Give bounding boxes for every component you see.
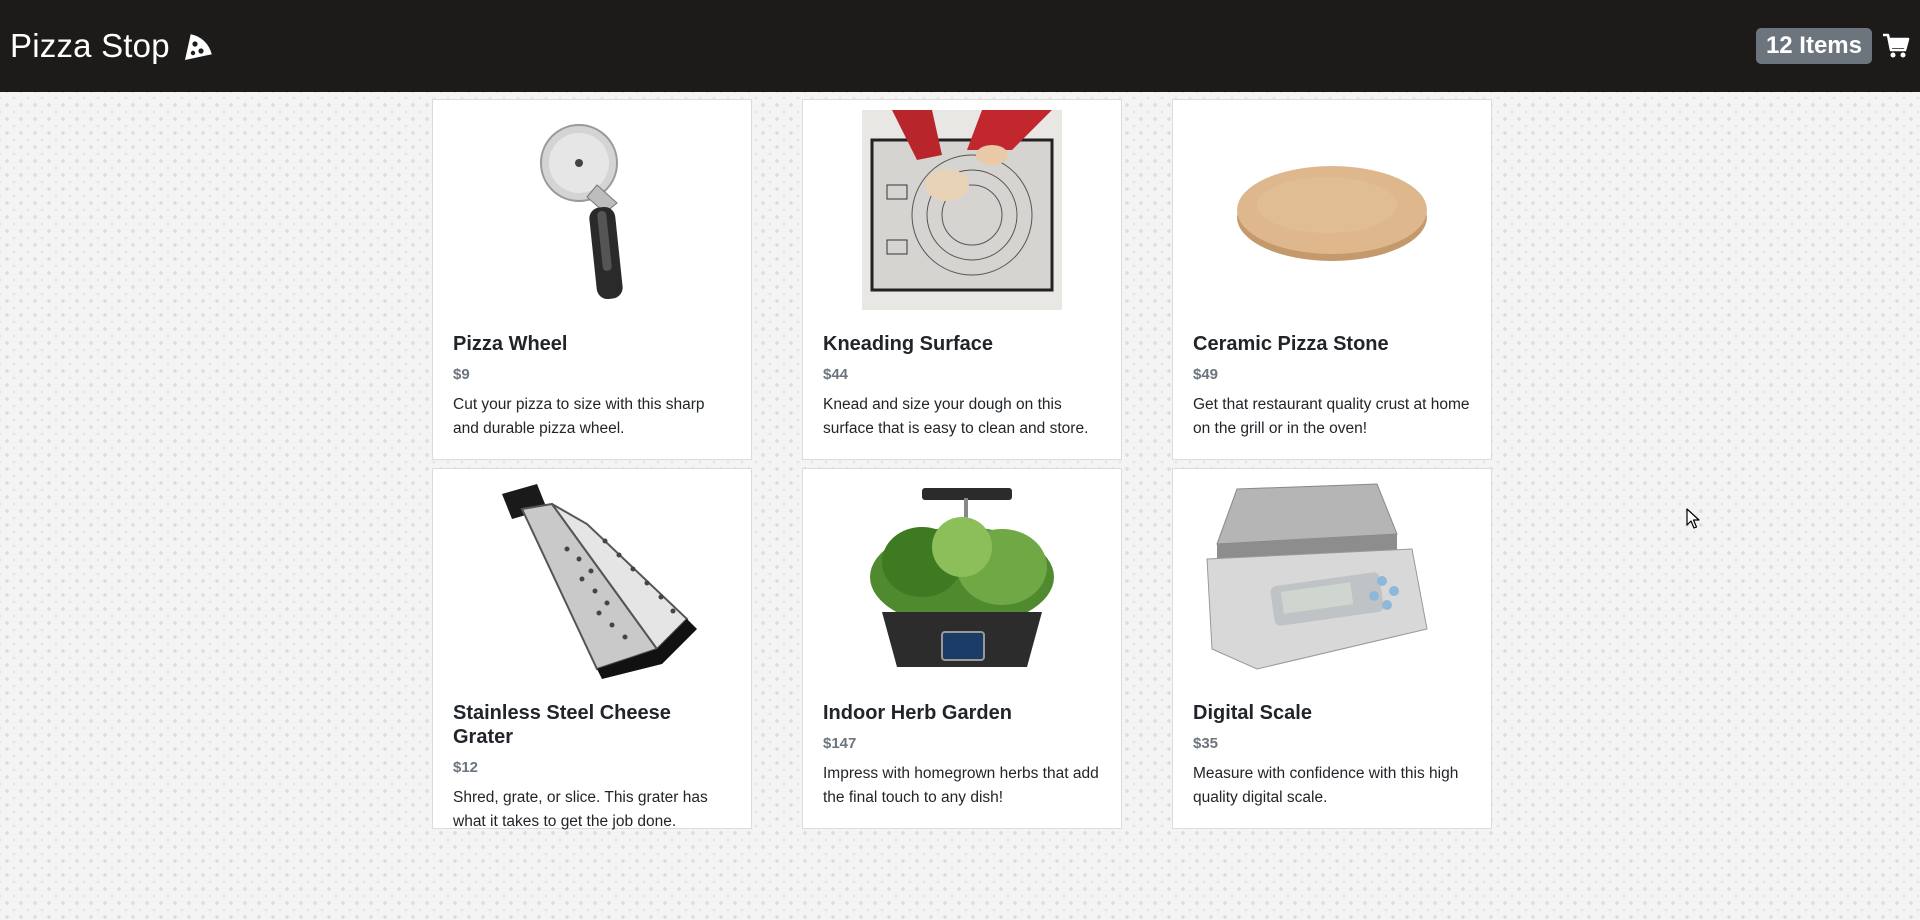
product-price: $49 bbox=[1193, 366, 1219, 383]
product-card[interactable]: Ceramic Pizza Stone $49 Get that restaur… bbox=[1172, 99, 1492, 460]
product-title[interactable]: Digital Scale bbox=[1193, 701, 1471, 725]
pizza-slice-icon bbox=[184, 31, 214, 60]
product-title[interactable]: Pizza Wheel bbox=[453, 332, 731, 356]
top-navbar: Pizza Stop 12 Items bbox=[0, 0, 1920, 92]
cheese-grater-image bbox=[453, 479, 731, 679]
mouse-pointer-icon bbox=[1686, 508, 1700, 529]
cart-count-badge[interactable]: 12 Items bbox=[1755, 27, 1872, 65]
product-description: Measure with confidence with this high q… bbox=[1193, 765, 1459, 807]
brand-link[interactable]: Pizza Stop bbox=[10, 27, 216, 65]
digital-scale-image bbox=[1193, 479, 1471, 679]
product-description: Shred, grate, or slice. This grater has … bbox=[453, 789, 708, 831]
product-price: $147 bbox=[823, 735, 857, 752]
product-description: Get that restaurant quality crust at hom… bbox=[1193, 396, 1470, 438]
product-description: Impress with homegrown herbs that add th… bbox=[823, 765, 1099, 807]
product-price: $12 bbox=[453, 759, 479, 776]
pizza-stone-image bbox=[1193, 110, 1471, 310]
brand-title: Pizza Stop bbox=[10, 27, 170, 64]
product-description: Knead and size your dough on this surfac… bbox=[823, 396, 1089, 438]
herb-garden-image bbox=[823, 479, 1101, 679]
pizza-wheel-image bbox=[453, 110, 731, 310]
product-card[interactable]: Stainless Steel Cheese Grater $12 Shred,… bbox=[432, 468, 752, 830]
product-title[interactable]: Stainless Steel Cheese Grater bbox=[453, 701, 731, 749]
product-title[interactable]: Indoor Herb Garden bbox=[823, 701, 1101, 725]
product-price: $44 bbox=[823, 366, 849, 383]
product-title[interactable]: Kneading Surface bbox=[823, 332, 1101, 356]
product-card[interactable]: Kneading Surface $44 Knead and size your… bbox=[802, 99, 1122, 460]
kneading-surface-image bbox=[823, 110, 1101, 310]
product-card[interactable]: Pizza Wheel $9 Cut your pizza to size wi… bbox=[432, 99, 752, 460]
product-card[interactable]: Indoor Herb Garden $147 Impress with hom… bbox=[802, 468, 1122, 829]
product-price: $9 bbox=[453, 366, 470, 383]
shopping-cart-icon[interactable] bbox=[1882, 32, 1910, 60]
product-card[interactable]: Digital Scale $35 Measure with confidenc… bbox=[1172, 468, 1492, 829]
product-description: Cut your pizza to size with this sharp a… bbox=[453, 396, 705, 438]
product-title[interactable]: Ceramic Pizza Stone bbox=[1193, 332, 1471, 356]
cart-button[interactable]: 12 Items bbox=[1755, 27, 1910, 65]
product-grid: Pizza Wheel $9 Cut your pizza to size wi… bbox=[432, 99, 1493, 830]
product-price: $35 bbox=[1193, 735, 1219, 752]
